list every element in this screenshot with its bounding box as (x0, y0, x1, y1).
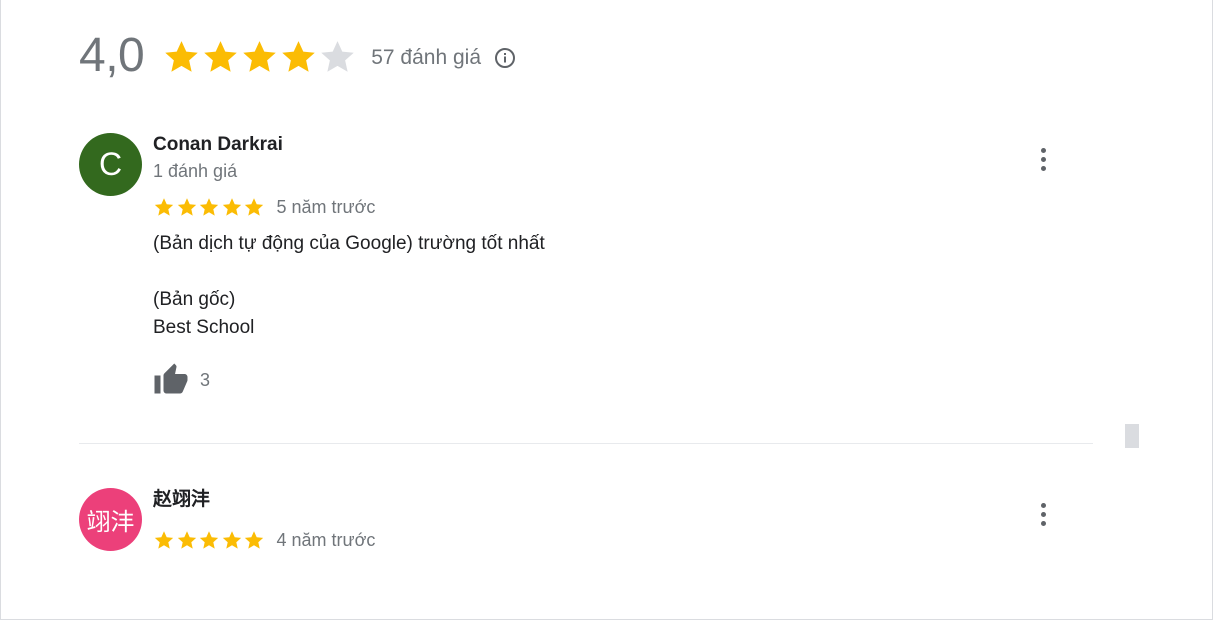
review-divider (79, 443, 1093, 444)
review-rating: 5 năm trước (153, 195, 1053, 219)
review-text: (Bản dịch tự động của Google) trường tốt… (153, 230, 1053, 342)
star-filled-icon (244, 198, 264, 216)
scrollbar-thumb[interactable] (1125, 424, 1139, 448)
review-item: C Conan Darkrai 1 đánh giá 5 năm trước (… (79, 133, 1079, 423)
star-filled-icon (165, 40, 198, 72)
star-filled-icon (222, 531, 241, 549)
review-translated-text: (Bản dịch tự động của Google) trường tốt… (153, 233, 545, 254)
average-stars (162, 37, 357, 76)
star-filled-icon (282, 40, 315, 72)
review-stars (153, 529, 266, 551)
dot (1040, 156, 1046, 162)
review-item: 翊沣 赵翊沣 4 năm trước (79, 488, 1079, 568)
avatar[interactable]: 翊沣 (79, 488, 142, 551)
review-original-label: (Bản gốc) (153, 289, 236, 310)
avatar[interactable]: C (79, 133, 142, 196)
dot (1040, 520, 1046, 526)
dot (1040, 502, 1046, 508)
star-filled-icon (199, 198, 219, 216)
reviewer-review-count[interactable]: 1 đánh giá (153, 159, 1053, 183)
review-count[interactable]: 57 đánh giá (371, 46, 481, 70)
reviewer-name[interactable]: Conan Darkrai (153, 133, 1053, 157)
star-filled-icon (154, 198, 174, 216)
star-filled-icon (244, 531, 264, 549)
review-time: 4 năm trước (276, 529, 376, 550)
more-options-button[interactable] (1031, 143, 1055, 175)
thumbs-up-icon[interactable] (153, 362, 189, 398)
review-original-text: Best School (153, 317, 255, 338)
star-filled-icon (154, 531, 174, 549)
star-filled-icon (222, 198, 241, 216)
star-filled-icon (199, 531, 219, 549)
reviewer-name[interactable]: 赵翊沣 (153, 488, 1053, 512)
dot (1040, 511, 1046, 517)
dot (1040, 147, 1046, 153)
like-count: 3 (200, 369, 211, 390)
rating-summary: 4,0 57 đánh giá (79, 26, 517, 86)
like-area: 3 (153, 362, 1053, 398)
review-rating: 4 năm trước (153, 528, 1053, 552)
star-empty-icon (321, 40, 354, 72)
dot (1040, 165, 1046, 171)
review-time: 5 năm trước (276, 196, 376, 217)
star-filled-icon (177, 198, 196, 216)
average-score: 4,0 (79, 29, 145, 82)
review-stars (153, 196, 266, 218)
star-filled-icon (204, 40, 237, 72)
info-icon[interactable] (493, 46, 517, 70)
star-filled-icon (177, 531, 196, 549)
more-options-button[interactable] (1031, 498, 1055, 530)
star-filled-icon (243, 40, 276, 72)
